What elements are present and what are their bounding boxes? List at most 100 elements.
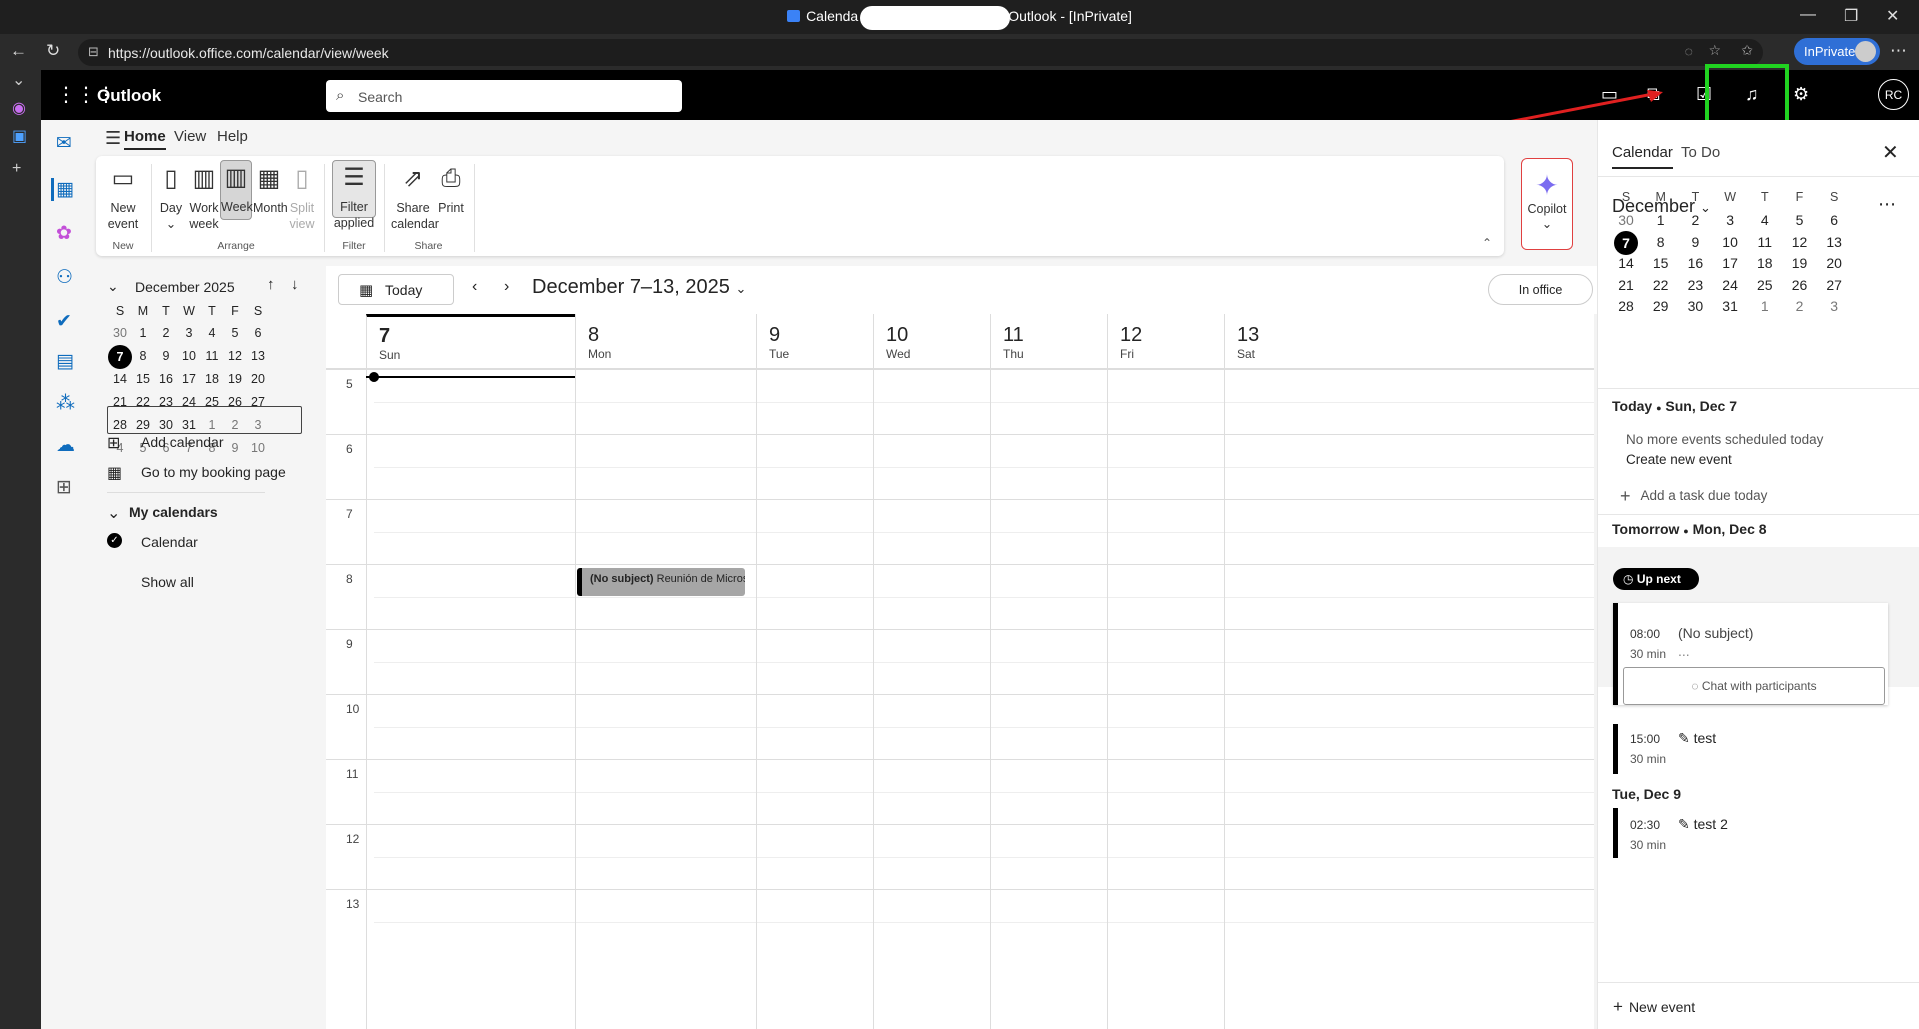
mini-calendar-day[interactable]: 20 [245,372,271,386]
files-icon[interactable]: ▤ [56,350,74,373]
restore-button[interactable]: ❐ [1844,6,1858,26]
url-field[interactable]: ⊟ https://outlook.office.com/calendar/vi… [78,39,1763,66]
pane-day[interactable]: 2 [1677,212,1713,228]
sidebar-collapse-icon[interactable]: ⌄ [12,70,25,90]
pane-day[interactable]: 19 [1782,255,1818,271]
pane-day[interactable]: 21 [1608,277,1644,293]
org-explorer-icon[interactable]: ⁂ [56,392,75,415]
mini-calendar-title[interactable]: December 2025 [135,279,235,295]
mini-calendar-day[interactable]: 27 [245,395,271,409]
close-window-button[interactable]: ✕ [1886,6,1899,26]
pane-day[interactable]: 2 [1782,298,1818,314]
pane-day[interactable]: 12 [1782,234,1818,250]
site-info-icon[interactable]: ⊟ [88,44,99,60]
pane-day[interactable]: 14 [1608,255,1644,271]
mini-calendar-day[interactable]: 13 [245,349,271,363]
work-week-button[interactable]: ▥ Work week [188,162,220,232]
event-card[interactable]: 15:00 30 min ✎ test [1613,724,1888,774]
pane-day[interactable]: 10 [1712,234,1748,250]
copilot-button[interactable]: ✦ Copilot ⌄ [1521,158,1573,250]
pane-day[interactable]: 20 [1816,255,1852,271]
pane-day[interactable]: 16 [1677,255,1713,271]
month-view-button[interactable]: ▦ Month [253,162,288,216]
day-header[interactable]: 9 Tue [756,314,873,369]
back-icon[interactable]: ← [10,41,27,61]
pane-day[interactable]: 15 [1643,255,1679,271]
calendar-icon[interactable]: ▦ [51,178,74,201]
time-grid[interactable]: 5 6 7 8 9 10 11 12 13 (No subject) Reunión de Mic… [326,369,1594,1029]
tab-view[interactable]: View [174,128,206,145]
collapse-chevron-icon[interactable]: ⌄ [107,278,119,295]
minimize-button[interactable]: — [1800,6,1816,24]
day-header[interactable]: 8 Mon [575,314,756,369]
outlook-tab-icon[interactable]: ▣ [12,126,27,146]
people-icon[interactable]: ⚇ [56,266,73,289]
prev-month-arrow-icon[interactable]: ↑ [267,276,275,293]
search-input[interactable]: ⌕ Search [326,80,682,112]
new-event-button[interactable]: ▭ New event [104,162,142,232]
day-header[interactable]: 7 Sun [366,314,575,369]
browser-menu-icon[interactable]: ⋯ [1890,41,1907,61]
pane-day[interactable]: 13 [1816,234,1852,250]
copilot-icon[interactable]: ◉ [12,98,26,118]
tracking-icon[interactable]: ◌ [1685,43,1693,59]
tab-help[interactable]: Help [217,128,248,145]
settings-gear-icon[interactable]: ⚙ [1793,84,1809,105]
tab-todo[interactable]: To Do [1681,144,1720,161]
pane-day[interactable]: 29 [1643,298,1679,314]
pane-day[interactable]: 23 [1677,277,1713,293]
pane-day[interactable]: 1 [1643,212,1679,228]
inprivate-badge[interactable]: InPrivate [1794,38,1880,65]
close-icon[interactable]: ✕ [1882,140,1899,165]
pane-day[interactable]: 30 [1608,212,1644,228]
pane-day[interactable]: 25 [1747,277,1783,293]
share-calendar-button[interactable]: ⇗ Share calendar [391,162,439,232]
chat-with-participants-button[interactable]: ◌ Chat with participants [1623,667,1885,705]
mini-calendar-day[interactable]: 6 [245,326,271,340]
onedrive-icon[interactable]: ☁ [56,434,75,457]
split-view-button[interactable]: ▯ Split view [288,162,316,232]
pane-day[interactable]: 3 [1816,298,1852,314]
pane-day[interactable]: 3 [1712,212,1748,228]
pane-day[interactable]: 5 [1782,212,1818,228]
event-card[interactable]: 02:30 30 min ✎ test 2 [1613,808,1888,858]
day-header[interactable]: 12 Fri [1107,314,1224,369]
work-location-button[interactable]: In office [1488,274,1593,305]
pane-day[interactable]: 11 [1747,234,1783,250]
filter-applied-button[interactable]: ☰ Filter applied [332,160,376,230]
pane-day[interactable]: 27 [1816,277,1852,293]
pane-day[interactable]: 28 [1608,298,1644,314]
pane-day[interactable]: 22 [1643,277,1679,293]
favorite-star-icon[interactable]: ☆ [1708,42,1721,59]
pane-day[interactable]: 31 [1712,298,1748,314]
add-task-button[interactable]: + Add a task due today [1620,486,1767,507]
app-name[interactable]: Outlook [97,86,161,106]
day-header[interactable]: 10 Wed [873,314,990,369]
menu-icon[interactable]: ☰ [105,128,121,149]
pane-day[interactable]: 17 [1712,255,1748,271]
pane-day[interactable]: 6 [1816,212,1852,228]
pane-day[interactable]: 8 [1643,234,1679,250]
pane-day[interactable]: 4 [1747,212,1783,228]
pane-day[interactable]: 18 [1747,255,1783,271]
tab-home[interactable]: Home [124,128,166,150]
pane-day[interactable]: 24 [1712,277,1748,293]
create-event-link[interactable]: Create new event [1626,452,1732,467]
more-apps-icon[interactable]: ⊞ [56,476,72,499]
collapse-ribbon-icon[interactable]: ⌃ [1482,236,1492,250]
mini-calendar-day[interactable]: 3 [245,418,271,432]
next-week-icon[interactable]: › [504,278,509,296]
add-icon[interactable]: + [12,160,21,178]
today-button[interactable]: ▦ Today [338,274,454,305]
new-event-button[interactable]: + New event [1613,997,1695,1017]
prev-week-icon[interactable]: ‹ [472,278,477,296]
copilot-app-icon[interactable]: ✿ [56,222,72,245]
day-header[interactable]: 13 Sat [1224,314,1594,369]
favorites-list-icon[interactable]: ✩ [1741,42,1753,59]
mini-calendar-day[interactable]: 10 [245,441,271,455]
date-range-picker[interactable]: December 7–13, 2025 ⌄ [532,276,746,299]
mail-icon[interactable]: ✉ [56,132,72,155]
pane-day[interactable]: 9 [1677,234,1713,250]
next-month-arrow-icon[interactable]: ↓ [291,276,299,293]
tab-calendar[interactable]: Calendar [1612,144,1673,169]
